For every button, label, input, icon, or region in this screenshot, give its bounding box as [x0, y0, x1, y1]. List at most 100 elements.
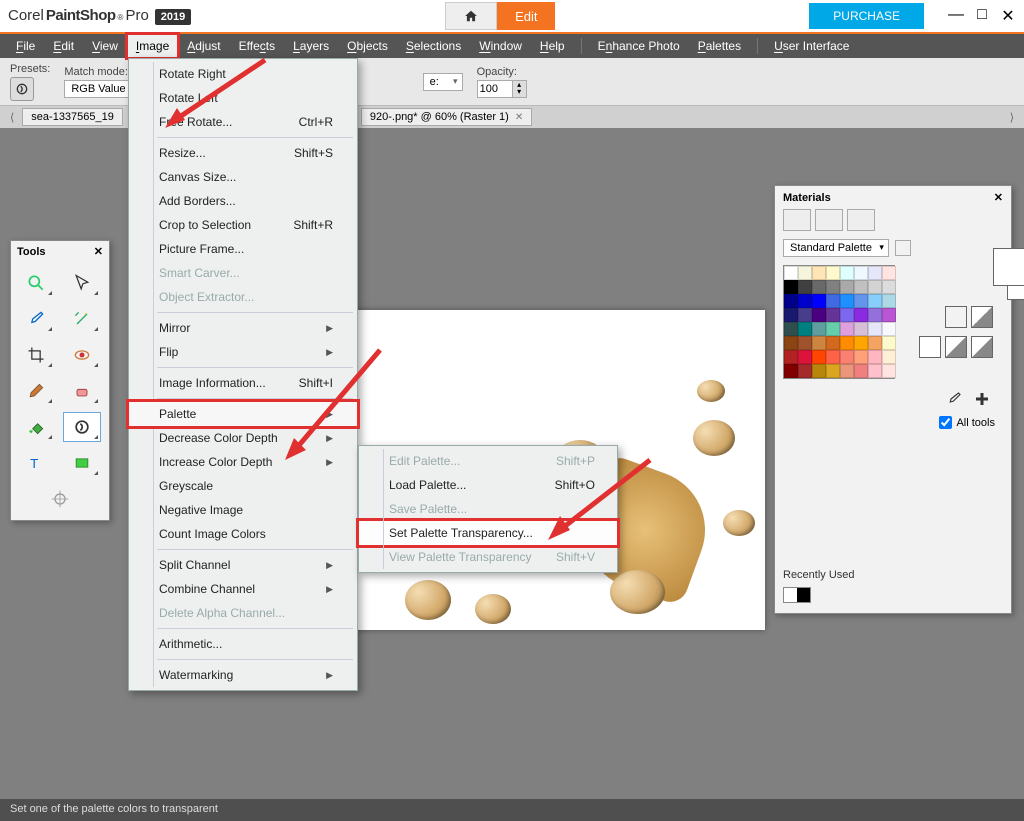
maximize-icon[interactable]: □	[974, 6, 990, 26]
style-swatch-1[interactable]	[919, 336, 941, 358]
color-swatches[interactable]	[783, 265, 895, 379]
doc-tab-2[interactable]: 920-.png* @ 60% (Raster 1)✕	[361, 108, 532, 126]
eraser-tool[interactable]	[63, 376, 101, 406]
pointer-tool[interactable]	[63, 268, 101, 298]
menu-bar: File Edit View Image Adjust Effects Laye…	[0, 34, 1024, 58]
mi-negative[interactable]: Negative Image	[129, 498, 357, 522]
minimize-icon[interactable]: —	[948, 6, 964, 26]
recently-used-label: Recently Used	[775, 565, 1011, 585]
menu-view[interactable]: View	[84, 35, 126, 57]
menu-selections[interactable]: Selections	[398, 35, 469, 57]
mi-greyscale[interactable]: Greyscale	[129, 474, 357, 498]
mi-crop[interactable]: Crop to SelectionShift+R	[129, 213, 357, 237]
mi-free-rotate[interactable]: Free Rotate...Ctrl+R	[129, 110, 357, 134]
smi-save-palette: Save Palette...	[359, 497, 617, 521]
text-tool[interactable]: T	[17, 448, 55, 478]
menu-user-interface[interactable]: User Interface	[766, 35, 857, 57]
palette-submenu: Edit Palette...Shift+P Load Palette...Sh…	[358, 445, 618, 573]
tab-nav-left[interactable]: ⟨	[6, 111, 18, 124]
reset-swatch[interactable]	[971, 306, 993, 328]
menu-palettes[interactable]: Palettes	[690, 35, 749, 57]
smi-edit-palette: Edit Palette...Shift+P	[359, 449, 617, 473]
symmetric-tool[interactable]	[41, 484, 79, 514]
purchase-button[interactable]: PURCHASE	[809, 3, 924, 29]
doc-tab-1[interactable]: sea-1337565_19	[22, 108, 123, 126]
materials-palette: Materials✕ Standard Palette All tools Re…	[774, 185, 1012, 614]
close-icon[interactable]: ✕	[1000, 6, 1016, 26]
tools-title: Tools	[17, 246, 46, 258]
mi-canvas-size[interactable]: Canvas Size...	[129, 165, 357, 189]
mi-arithmetic[interactable]: Arithmetic...	[129, 632, 357, 656]
tab-close-icon[interactable]: ✕	[515, 112, 523, 123]
mi-flip[interactable]: Flip▶	[129, 340, 357, 364]
menu-enhance-photo[interactable]: Enhance Photo	[590, 35, 688, 57]
menu-objects[interactable]: Objects	[339, 35, 396, 57]
mi-smart-carver: Smart Carver...	[129, 261, 357, 285]
presets-label: Presets:	[10, 63, 50, 75]
swatch-tab-2[interactable]	[815, 209, 843, 231]
menu-effects[interactable]: Effects	[231, 35, 283, 57]
smi-load-palette[interactable]: Load Palette...Shift+O	[359, 473, 617, 497]
tools-close-icon[interactable]: ✕	[94, 245, 103, 258]
mi-rotate-right[interactable]: Rotate Right	[129, 62, 357, 86]
brush-tool[interactable]	[17, 376, 55, 406]
menu-window[interactable]: Window	[471, 35, 530, 57]
mi-picture-frame[interactable]: Picture Frame...	[129, 237, 357, 261]
mi-palette[interactable]: Palette▶	[129, 402, 357, 426]
status-bar: Set one of the palette colors to transpa…	[0, 799, 1024, 821]
palette-dropdown[interactable]: Standard Palette	[783, 239, 889, 257]
mi-resize[interactable]: Resize...Shift+S	[129, 141, 357, 165]
menu-layers[interactable]: Layers	[285, 35, 337, 57]
materials-close-icon[interactable]: ✕	[994, 191, 1003, 204]
mi-image-info[interactable]: Image Information...Shift+I	[129, 371, 357, 395]
zoom-tool[interactable]	[17, 268, 55, 298]
menu-edit[interactable]: Edit	[45, 35, 82, 57]
mi-mirror[interactable]: Mirror▶	[129, 316, 357, 340]
color-replace-tool[interactable]	[63, 412, 101, 442]
opacity-label: Opacity:	[477, 66, 527, 78]
style-swatch-3[interactable]	[971, 336, 993, 358]
shape-tool[interactable]	[63, 448, 101, 478]
swatch-tab-3[interactable]	[847, 209, 875, 231]
mi-add-borders[interactable]: Add Borders...	[129, 189, 357, 213]
svg-text:T: T	[30, 456, 38, 471]
all-tools-checkbox[interactable]	[939, 416, 952, 429]
edit-tab[interactable]: Edit	[497, 2, 555, 30]
menu-file[interactable]: File	[8, 35, 43, 57]
opacity-input[interactable]: ▴▾	[477, 80, 527, 98]
mi-rotate-left[interactable]: Rotate Left	[129, 86, 357, 110]
mi-delete-alpha: Delete Alpha Channel...	[129, 601, 357, 625]
redeye-tool[interactable]	[63, 340, 101, 370]
menu-adjust[interactable]: Adjust	[179, 35, 228, 57]
dropper-icon[interactable]	[945, 390, 963, 408]
mi-decrease-depth[interactable]: Decrease Color Depth▶	[129, 426, 357, 450]
mi-object-extractor: Object Extractor...	[129, 285, 357, 309]
style-swatch-2[interactable]	[945, 336, 967, 358]
swap-swatch[interactable]	[945, 306, 967, 328]
palette-list-icon[interactable]	[895, 240, 911, 256]
app-logo: Corel PaintShop® Pro 2019	[8, 7, 191, 25]
materials-title: Materials	[783, 192, 831, 204]
recent-swatch[interactable]	[783, 587, 811, 603]
blend-dropdown[interactable]: e:	[423, 73, 463, 91]
image-menu: Rotate Right Rotate Left Free Rotate...C…	[128, 58, 358, 691]
presets-button[interactable]	[10, 77, 34, 101]
mi-combine-channel[interactable]: Combine Channel▶	[129, 577, 357, 601]
mi-split-channel[interactable]: Split Channel▶	[129, 553, 357, 577]
menu-help[interactable]: Help	[532, 35, 573, 57]
menu-image[interactable]: Image	[128, 35, 177, 57]
title-bar: Corel PaintShop® Pro 2019 Edit PURCHASE …	[0, 0, 1024, 34]
smi-view-transparency: View Palette TransparencyShift+V	[359, 545, 617, 569]
smi-set-transparency[interactable]: Set Palette Transparency...	[359, 521, 617, 545]
crop-tool[interactable]	[17, 340, 55, 370]
dropper-tool[interactable]	[17, 304, 55, 334]
mi-increase-depth[interactable]: Increase Color Depth▶	[129, 450, 357, 474]
magic-wand-tool[interactable]	[63, 304, 101, 334]
tab-nav-right[interactable]: ⟩	[1006, 111, 1018, 124]
swatch-tab-1[interactable]	[783, 209, 811, 231]
fill-tool[interactable]	[17, 412, 55, 442]
mi-count-colors[interactable]: Count Image Colors	[129, 522, 357, 546]
add-icon[interactable]	[973, 390, 991, 408]
home-tab[interactable]	[445, 2, 497, 30]
mi-watermarking[interactable]: Watermarking▶	[129, 663, 357, 687]
